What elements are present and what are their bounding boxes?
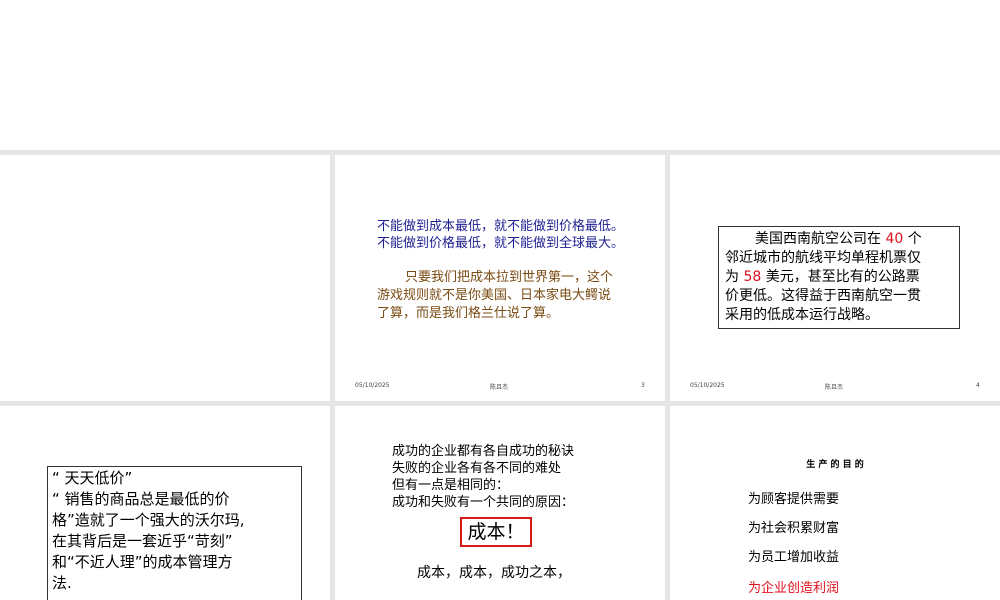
slide5-line: 和“不近人理”的成本管理方 xyxy=(52,553,233,571)
slide4-line: 为 58 美元，甚至比有的公路票 xyxy=(725,269,920,285)
slide5-textbox: “ 天天低价” “ 销售的商品总是最低的价 格”造就了一个强大的沃尔玛, 在其背… xyxy=(47,466,302,600)
slide7-title: 生 产 的 目 的 xyxy=(806,460,864,470)
slide6-bottom-line: 成本，成本，成功之本， xyxy=(417,565,571,581)
slide-thumbnail-6[interactable]: 成功的企业都有各自成功的秘诀 失败的企业各有各不同的难处 但有一点是相同的： 成… xyxy=(335,406,665,600)
slide6-line: 失败的企业各有各不同的难处 xyxy=(392,461,562,476)
slide5-line: 格”造就了一个强大的沃尔玛, xyxy=(52,511,245,529)
slide4-line: 邻近城市的航线平均单程机票仅 xyxy=(725,250,921,266)
slide7-item: 为顾客提供需要 xyxy=(748,492,840,507)
slide4-page-number: 4 xyxy=(976,382,980,389)
slide4-line: 采用的低成本运行战略。 xyxy=(725,307,879,323)
slide-thumbnail-7[interactable]: 生 产 的 目 的 为顾客提供需要 为社会积累财富 为员工增加收益 为企业创造利… xyxy=(670,406,1000,600)
slide-thumbnail-5[interactable]: “ 天天低价” “ 销售的商品总是最低的价 格”造就了一个强大的沃尔玛, 在其背… xyxy=(0,406,330,600)
top-area xyxy=(0,0,1000,150)
slide6-line: 成功和失败有一个共同的原因： xyxy=(392,495,575,510)
slide3-slogan: 不能做到成本最低，就不能做到价格最低。 不能做到价格最低，就不能做到全球最大。 xyxy=(377,218,624,252)
slide6-line: 成功的企业都有各自成功的秘诀 xyxy=(392,444,575,459)
slide3-date: 05/10/2025 xyxy=(355,382,390,389)
slide5-line: 在其背后是一套近乎“苛刻” xyxy=(52,532,233,550)
slide4-line: 美国西南航空公司在 40 个 xyxy=(755,231,922,247)
slide3-paragraph: 只要我们把成本拉到世界第一，这个 游戏规则就不是你美国、日本家电大鳄说 了算，而… xyxy=(377,269,613,323)
slide3-para-line: 了算，而是我们格兰仕说了算。 xyxy=(377,306,560,321)
slide4-author: 陈且杰 xyxy=(825,384,844,391)
slide6-highlight-box: 成本！ xyxy=(460,517,532,547)
slide-thumbnail-2[interactable] xyxy=(0,155,330,401)
slide6-text: 成功的企业都有各自成功的秘诀 失败的企业各有各不同的难处 但有一点是相同的： 成… xyxy=(392,443,574,511)
slide-thumbnail-3[interactable]: 不能做到成本最低，就不能做到价格最低。 不能做到价格最低，就不能做到全球最大。 … xyxy=(335,155,665,401)
slide3-para-line: 游戏规则就不是你美国、日本家电大鳄说 xyxy=(377,288,612,303)
slide7-item: 为员工增加收益 xyxy=(748,550,840,565)
slide4-line: 价更低。这得益于西南航空一贯 xyxy=(725,288,921,304)
slide5-line: “ 销售的商品总是最低的价 xyxy=(52,490,230,508)
slide3-author: 陈且杰 xyxy=(490,384,509,391)
slide5-line: 法. xyxy=(52,574,72,592)
slide-thumbnail-4[interactable]: 美国西南航空公司在 40 个 邻近城市的航线平均单程机票仅 为 58 美元，甚至… xyxy=(670,155,1000,401)
slide4-textbox: 美国西南航空公司在 40 个 邻近城市的航线平均单程机票仅 为 58 美元，甚至… xyxy=(718,226,960,329)
slide7-item-highlight: 为企业创造利润 xyxy=(748,581,840,596)
slide5-line: “ 天天低价” xyxy=(52,469,133,487)
slide3-para-line: 只要我们把成本拉到世界第一，这个 xyxy=(405,270,614,285)
slide3-slogan-line2: 不能做到价格最低，就不能做到全球最大。 xyxy=(377,236,625,251)
slide3-slogan-line1: 不能做到成本最低，就不能做到价格最低。 xyxy=(377,219,625,234)
slide4-date: 05/10/2025 xyxy=(690,382,725,389)
slide7-item: 为社会积累财富 xyxy=(748,521,840,536)
slide3-page-number: 3 xyxy=(641,382,645,389)
slide6-line: 但有一点是相同的： xyxy=(392,478,510,493)
